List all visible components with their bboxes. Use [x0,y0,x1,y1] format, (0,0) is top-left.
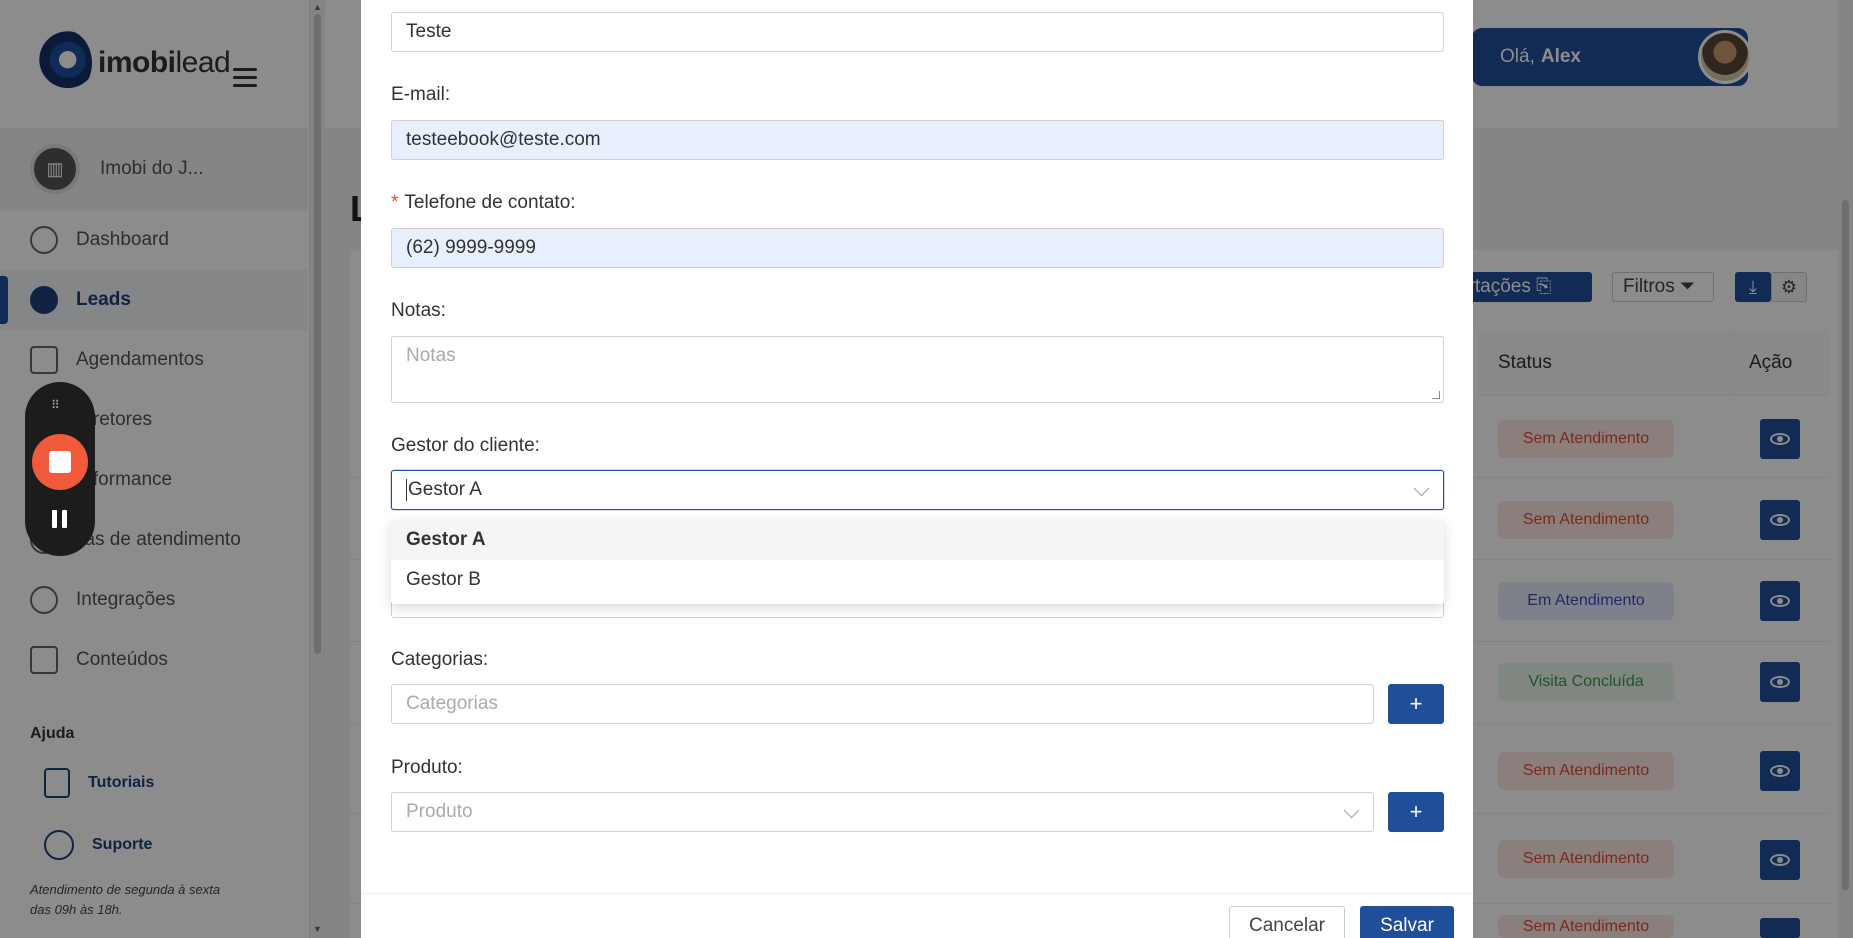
cancel-button[interactable]: Cancelar [1229,906,1345,938]
email-field[interactable]: testeebook@teste.com [391,120,1444,160]
add-category-button[interactable]: + [1388,684,1444,724]
product-select[interactable]: Produto [391,792,1374,832]
pause-recording-button[interactable] [52,510,72,533]
notes-label: Notas: [391,300,446,321]
resize-handle-icon [1432,391,1440,399]
required-marker: * [391,192,399,213]
categories-label: Categorias: [391,649,489,670]
notes-textarea[interactable]: Notas [391,336,1444,403]
chevron-down-icon [1413,480,1430,497]
add-product-button[interactable]: + [1388,792,1444,832]
product-label: Produto: [391,757,463,778]
save-button[interactable]: Salvar [1360,906,1454,938]
categories-input[interactable]: Categorias [391,684,1374,724]
email-label: E-mail: [391,84,451,105]
plus-icon: + [1409,799,1423,824]
manager-select[interactable]: Gestor A [391,470,1444,510]
plus-icon: + [1409,691,1423,716]
manager-label: Gestor do cliente: [391,435,540,456]
dropdown-option[interactable]: Gestor B [391,560,1444,600]
phone-label: * Telefone de contato: [391,192,576,213]
modal-footer-divider [361,893,1473,894]
manager-dropdown: Gestor A Gestor B [391,520,1444,604]
dropdown-option[interactable]: Gestor A [391,520,1444,560]
chevron-down-icon [1343,802,1360,819]
phone-field[interactable]: (62) 9999-9999 [391,228,1444,268]
name-field[interactable]: Teste [391,12,1444,52]
screen-recorder: ⠿ [25,382,95,556]
stop-icon [49,451,71,473]
drag-handle-icon[interactable]: ⠿ [51,398,61,412]
stop-recording-button[interactable] [32,434,88,490]
